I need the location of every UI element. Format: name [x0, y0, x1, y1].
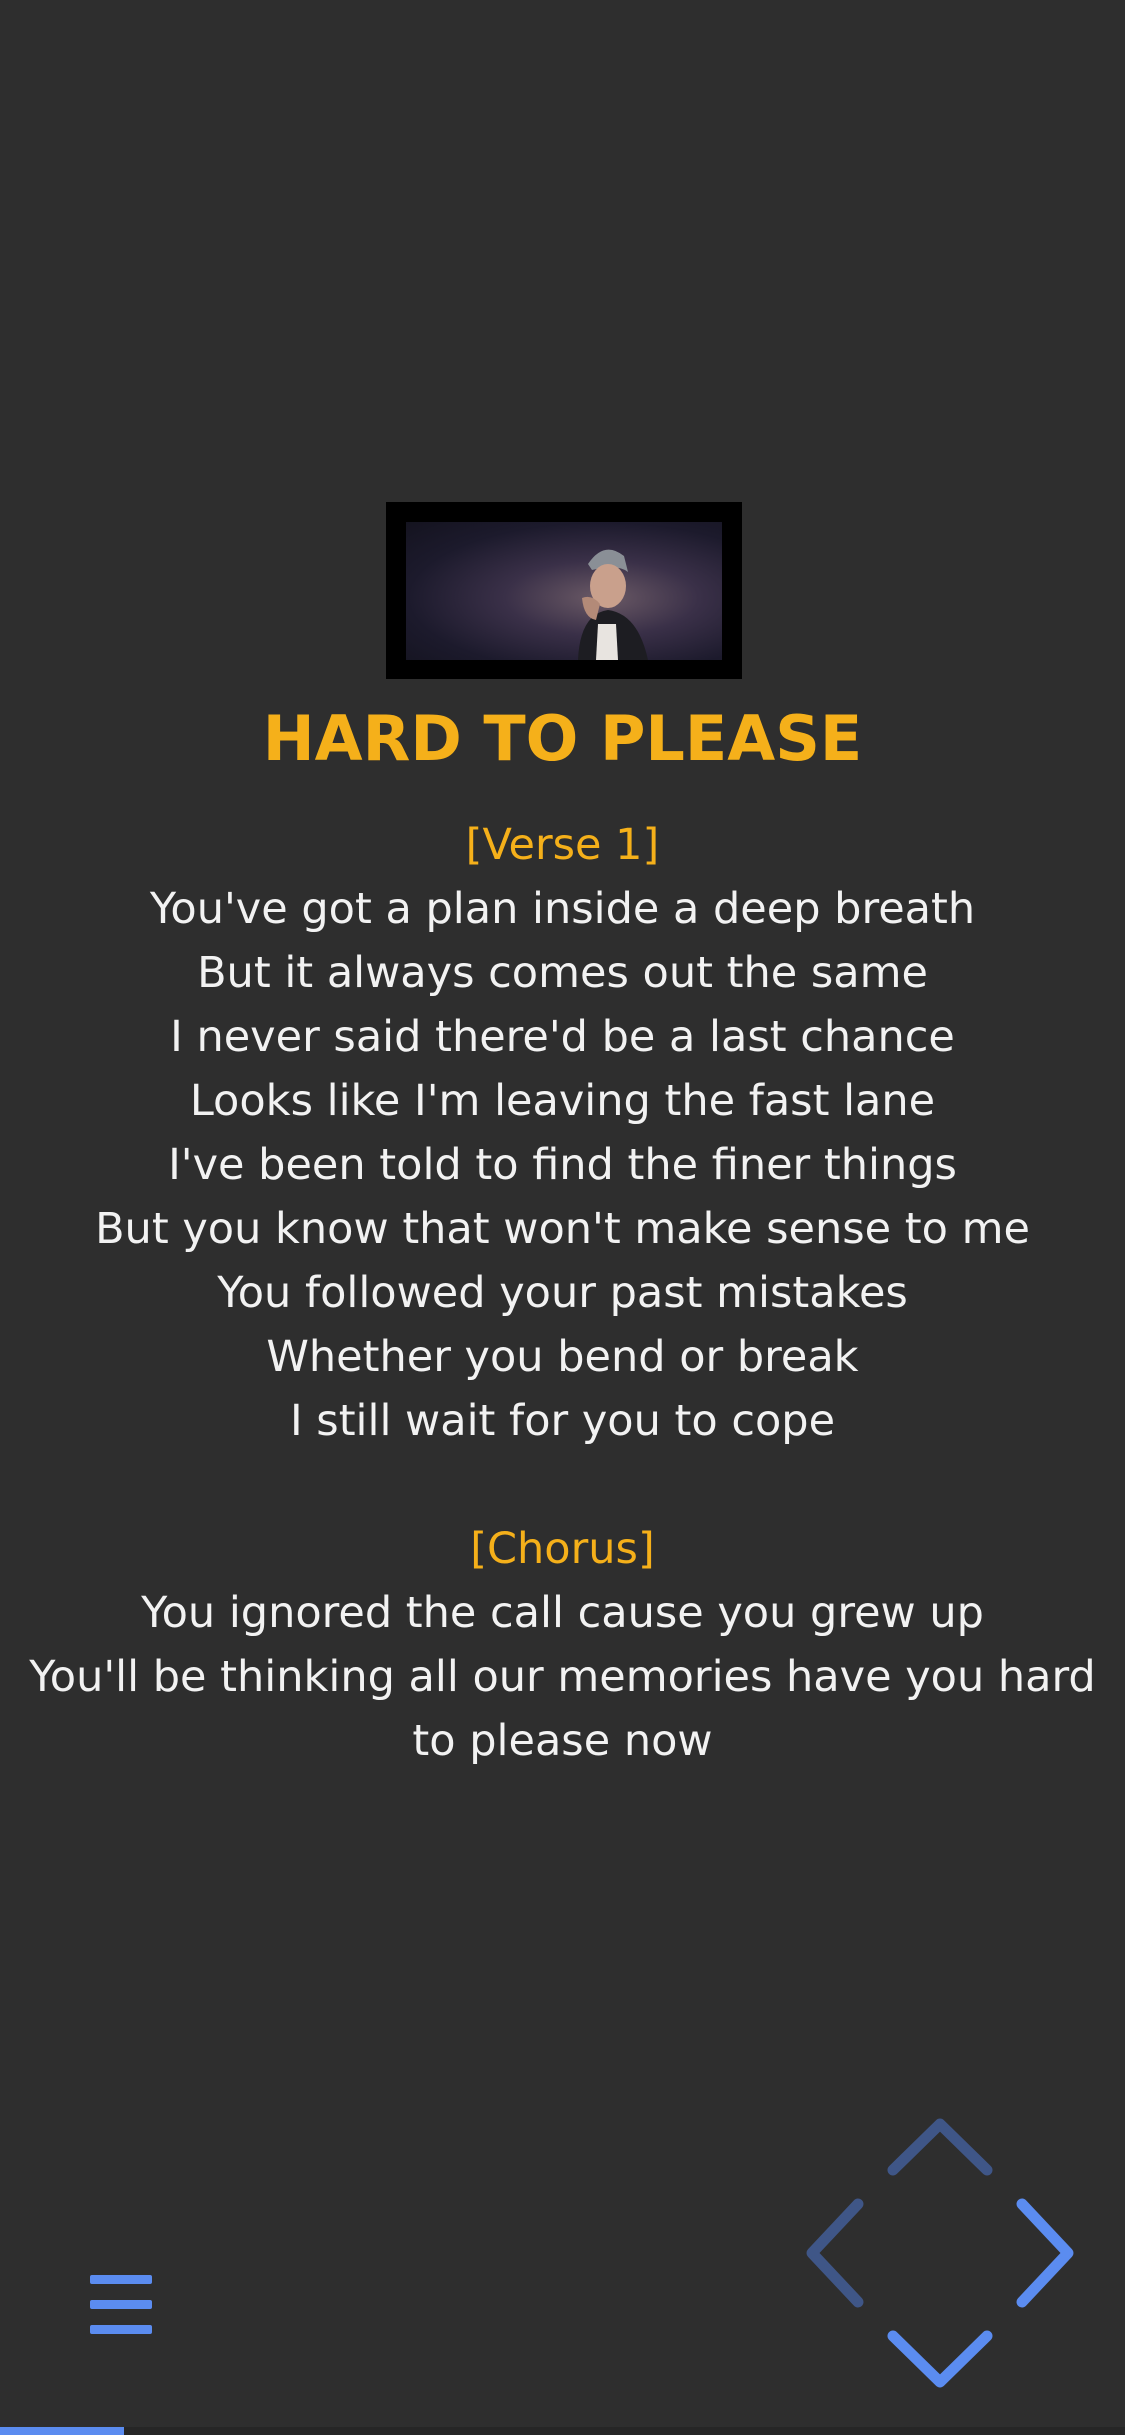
playback-progress-fill: [0, 2427, 124, 2435]
lyric-line: You ignored the call cause you grew up: [141, 1588, 984, 1638]
song-title: HARD TO PLEASE: [262, 702, 863, 775]
album-cover: [386, 502, 742, 679]
section-label-verse: [Verse 1]: [465, 820, 660, 870]
chevron-left-icon[interactable]: [800, 2196, 870, 2310]
lyric-line: Looks like I'm leaving the fast lane: [189, 1076, 936, 1126]
lyric-line: But it always comes out the same: [197, 948, 928, 998]
hamburger-menu-icon[interactable]: [86, 2275, 156, 2335]
stanza-gap: [0, 1453, 1125, 1517]
lyric-line: I've been told to find the finer things: [168, 1140, 957, 1190]
artist-photo: [578, 549, 648, 660]
lyric-line: I still wait for you to cope: [289, 1396, 836, 1446]
lyric-line: You've got a plan inside a deep breath: [149, 884, 976, 934]
chevron-down-icon[interactable]: [885, 2324, 995, 2394]
album-cover-image: [406, 522, 722, 660]
lyric-line: I never said there'd be a last chance: [170, 1012, 955, 1062]
chevron-up-icon[interactable]: [885, 2112, 995, 2182]
chevron-right-icon[interactable]: [1010, 2196, 1080, 2310]
lyric-line: You followed your past mistakes: [217, 1268, 908, 1318]
lyric-line: You'll be thinking all our memories have…: [29, 1652, 1096, 1766]
playback-progress-bar: [0, 2427, 1125, 2435]
lyric-line: But you know that won't make sense to me: [95, 1204, 1030, 1254]
lyric-line: Whether you bend or break: [266, 1332, 859, 1382]
section-label-chorus: [Chorus]: [470, 1524, 655, 1574]
lyrics-screen: HARD TO PLEASE [Verse 1] You've got a pl…: [0, 0, 1125, 2435]
lyrics-body: [Verse 1] You've got a plan inside a dee…: [0, 813, 1125, 1773]
navigation-dpad: [800, 2112, 1080, 2402]
